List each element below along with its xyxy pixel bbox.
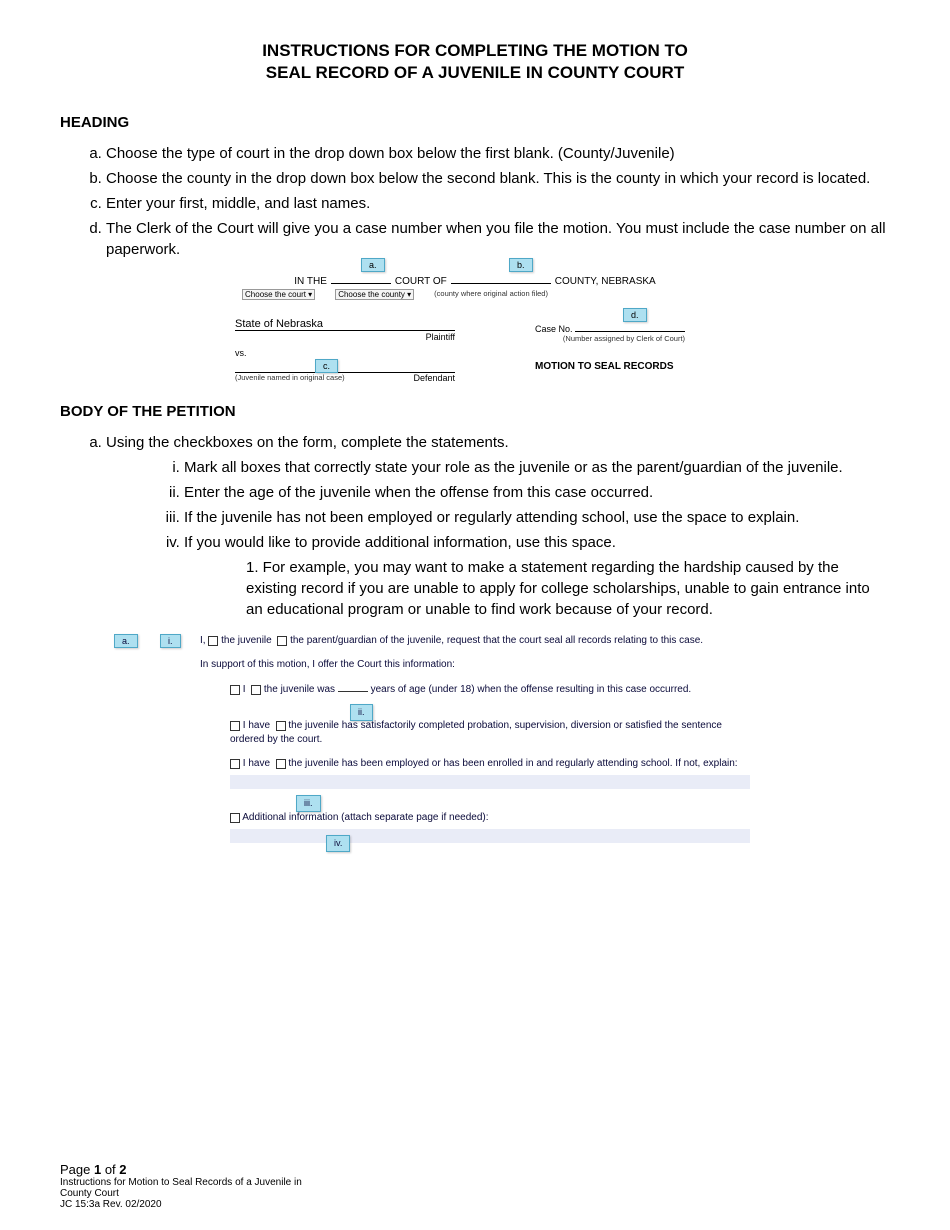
checkbox-juvenile-probation[interactable] bbox=[276, 721, 286, 731]
heading-section-label: HEADING bbox=[60, 114, 890, 131]
petition-line-2: I the juvenile was years of age (under 1… bbox=[230, 682, 750, 697]
body-roman-iv: If you would like to provide additional … bbox=[184, 532, 890, 620]
petition-line-3: I have the juvenile has satisfactorily c… bbox=[230, 719, 750, 747]
line4-juv: the juvenile has been employed or has be… bbox=[288, 758, 737, 769]
checkbox-juvenile[interactable] bbox=[208, 636, 218, 646]
explain-blank-line[interactable] bbox=[230, 775, 750, 789]
support-line: In support of this motion, I offer the C… bbox=[200, 658, 750, 672]
body-roman-iii: If the juvenile has not been employed or… bbox=[184, 507, 890, 528]
line3-pre: I have bbox=[243, 720, 270, 731]
footer-page-total: 2 bbox=[119, 1162, 126, 1177]
checkbox-i-probation[interactable] bbox=[230, 721, 240, 731]
checkbox-i-employed[interactable] bbox=[230, 759, 240, 769]
checkbox-parent[interactable] bbox=[277, 636, 287, 646]
callout-petition-iii: iii. bbox=[296, 795, 321, 812]
instruction-c: Enter your first, middle, and last names… bbox=[106, 193, 890, 214]
line2-juv: the juvenile was bbox=[264, 684, 335, 695]
additional-blank-line[interactable] bbox=[230, 829, 750, 843]
checkbox-additional[interactable] bbox=[230, 813, 240, 823]
petition-line-1: I, the juvenile the parent/guardian of t… bbox=[200, 634, 750, 648]
motion-to-seal-title: MOTION TO SEAL RECORDS bbox=[535, 361, 685, 372]
body-roman-iv-text: If you would like to provide additional … bbox=[184, 534, 616, 551]
age-blank[interactable] bbox=[338, 682, 368, 692]
callout-a: a. bbox=[361, 258, 385, 272]
callout-c: c. bbox=[315, 359, 338, 373]
instruction-b: Choose the county in the drop down box b… bbox=[106, 168, 890, 189]
vs-label: vs. bbox=[235, 348, 455, 358]
petition-line-5: Additional information (attach separate … bbox=[230, 811, 750, 843]
instruction-a: Choose the type of court in the drop dow… bbox=[106, 143, 890, 164]
body-of-petition-heading: BODY OF THE PETITION bbox=[60, 403, 890, 420]
callout-d: d. bbox=[623, 308, 647, 322]
body-sub-1: 1. For example, you may want to make a s… bbox=[184, 557, 890, 620]
court-of-label: COURT OF bbox=[395, 276, 447, 287]
body-a-text: Using the checkboxes on the form, comple… bbox=[106, 434, 509, 451]
checkbox-juvenile-employed[interactable] bbox=[276, 759, 286, 769]
line3-juv: the juvenile has satisfactorily complete… bbox=[230, 720, 722, 745]
checkbox-juvenile-age[interactable] bbox=[251, 685, 261, 695]
body-instruction-a: Using the checkboxes on the form, comple… bbox=[106, 432, 890, 620]
defendant-name-blank: c. bbox=[235, 358, 455, 373]
line5-text: Additional information (attach separate … bbox=[242, 812, 488, 823]
line4-pre: I have bbox=[243, 758, 270, 769]
case-no-label: Case No. bbox=[535, 324, 573, 334]
petition-form-illustration: a. i. I, the juvenile the parent/guardia… bbox=[200, 634, 750, 843]
line1-pre: I, bbox=[200, 635, 206, 646]
county-nebraska-label: COUNTY, NEBRASKA bbox=[555, 276, 656, 287]
callout-petition-i: i. bbox=[160, 634, 181, 648]
line2-post: years of age (under 18) when the offense… bbox=[371, 684, 692, 695]
document-title: INSTRUCTIONS FOR COMPLETING THE MOTION T… bbox=[60, 40, 890, 84]
in-the-label: IN THE bbox=[294, 276, 327, 287]
callout-b: b. bbox=[509, 258, 533, 272]
footer-page-label: Page bbox=[60, 1162, 94, 1177]
form-header-illustration: IN THE COURT OF COUNTY, NEBRASKA Choose … bbox=[235, 272, 715, 383]
footer-line-3: County Court bbox=[60, 1188, 119, 1199]
petition-line-4: I have the juvenile has been employed or… bbox=[230, 757, 750, 789]
county-where-note: (county where original action filed) bbox=[434, 289, 548, 300]
body-roman-list: Mark all boxes that correctly state your… bbox=[106, 457, 890, 620]
county-blank bbox=[451, 272, 551, 284]
footer-line-4: JC 15:3a Rev. 02/2020 bbox=[60, 1199, 162, 1210]
footer-line-2: Instructions for Motion to Seal Records … bbox=[60, 1177, 302, 1188]
callout-petition-iv: iv. bbox=[326, 835, 350, 852]
state-of-nebraska-label: State of Nebraska bbox=[235, 318, 323, 330]
state-line: State of Nebraska bbox=[235, 318, 455, 331]
number-assigned-note: (Number assigned by Clerk of Court) bbox=[535, 334, 685, 343]
title-line-1: INSTRUCTIONS FOR COMPLETING THE MOTION T… bbox=[60, 40, 890, 62]
court-type-blank bbox=[331, 272, 391, 284]
checkbox-i-age[interactable] bbox=[230, 685, 240, 695]
juvenile-named-note: (Juvenile named in original case) bbox=[235, 373, 345, 383]
title-line-2: SEAL RECORD OF A JUVENILE IN COUNTY COUR… bbox=[60, 62, 890, 84]
body-roman-ii: Enter the age of the juvenile when the o… bbox=[184, 482, 890, 503]
callout-petition-a: a. bbox=[114, 634, 138, 648]
instruction-d: The Clerk of the Court will give you a c… bbox=[106, 218, 890, 260]
line1-juvenile-label: the juvenile bbox=[221, 635, 272, 646]
line2-pre: I bbox=[243, 684, 246, 695]
choose-court-dropdown[interactable]: Choose the court ▾ bbox=[242, 289, 315, 300]
body-roman-i: Mark all boxes that correctly state your… bbox=[184, 457, 890, 478]
line1-parent-label: the parent/guardian of the juvenile, req… bbox=[290, 635, 703, 646]
page-footer: Page 1 of 2 Instructions for Motion to S… bbox=[60, 1162, 302, 1210]
heading-instructions-list: Choose the type of court in the drop dow… bbox=[60, 143, 890, 260]
plaintiff-label: Plaintiff bbox=[235, 332, 455, 342]
choose-county-dropdown[interactable]: Choose the county ▾ bbox=[335, 289, 414, 300]
defendant-label: Defendant bbox=[413, 373, 455, 383]
body-instructions-list: Using the checkboxes on the form, comple… bbox=[60, 432, 890, 620]
footer-of: of bbox=[101, 1162, 119, 1177]
